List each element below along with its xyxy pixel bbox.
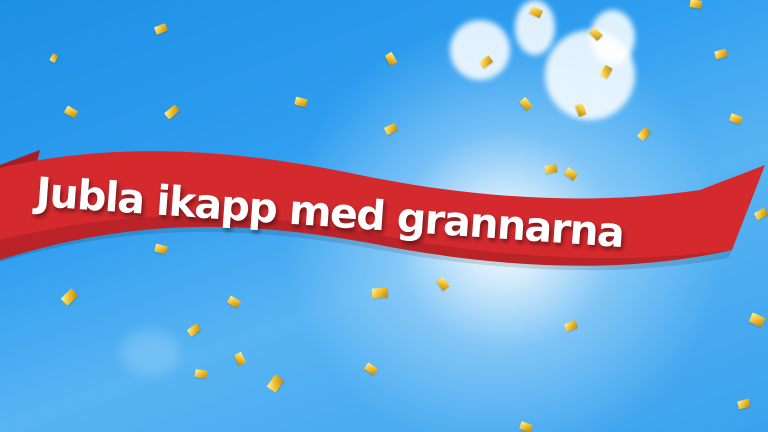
banner-image: Jubla ikapp med grannarna: [0, 0, 768, 432]
confetti-piece: [371, 287, 389, 299]
